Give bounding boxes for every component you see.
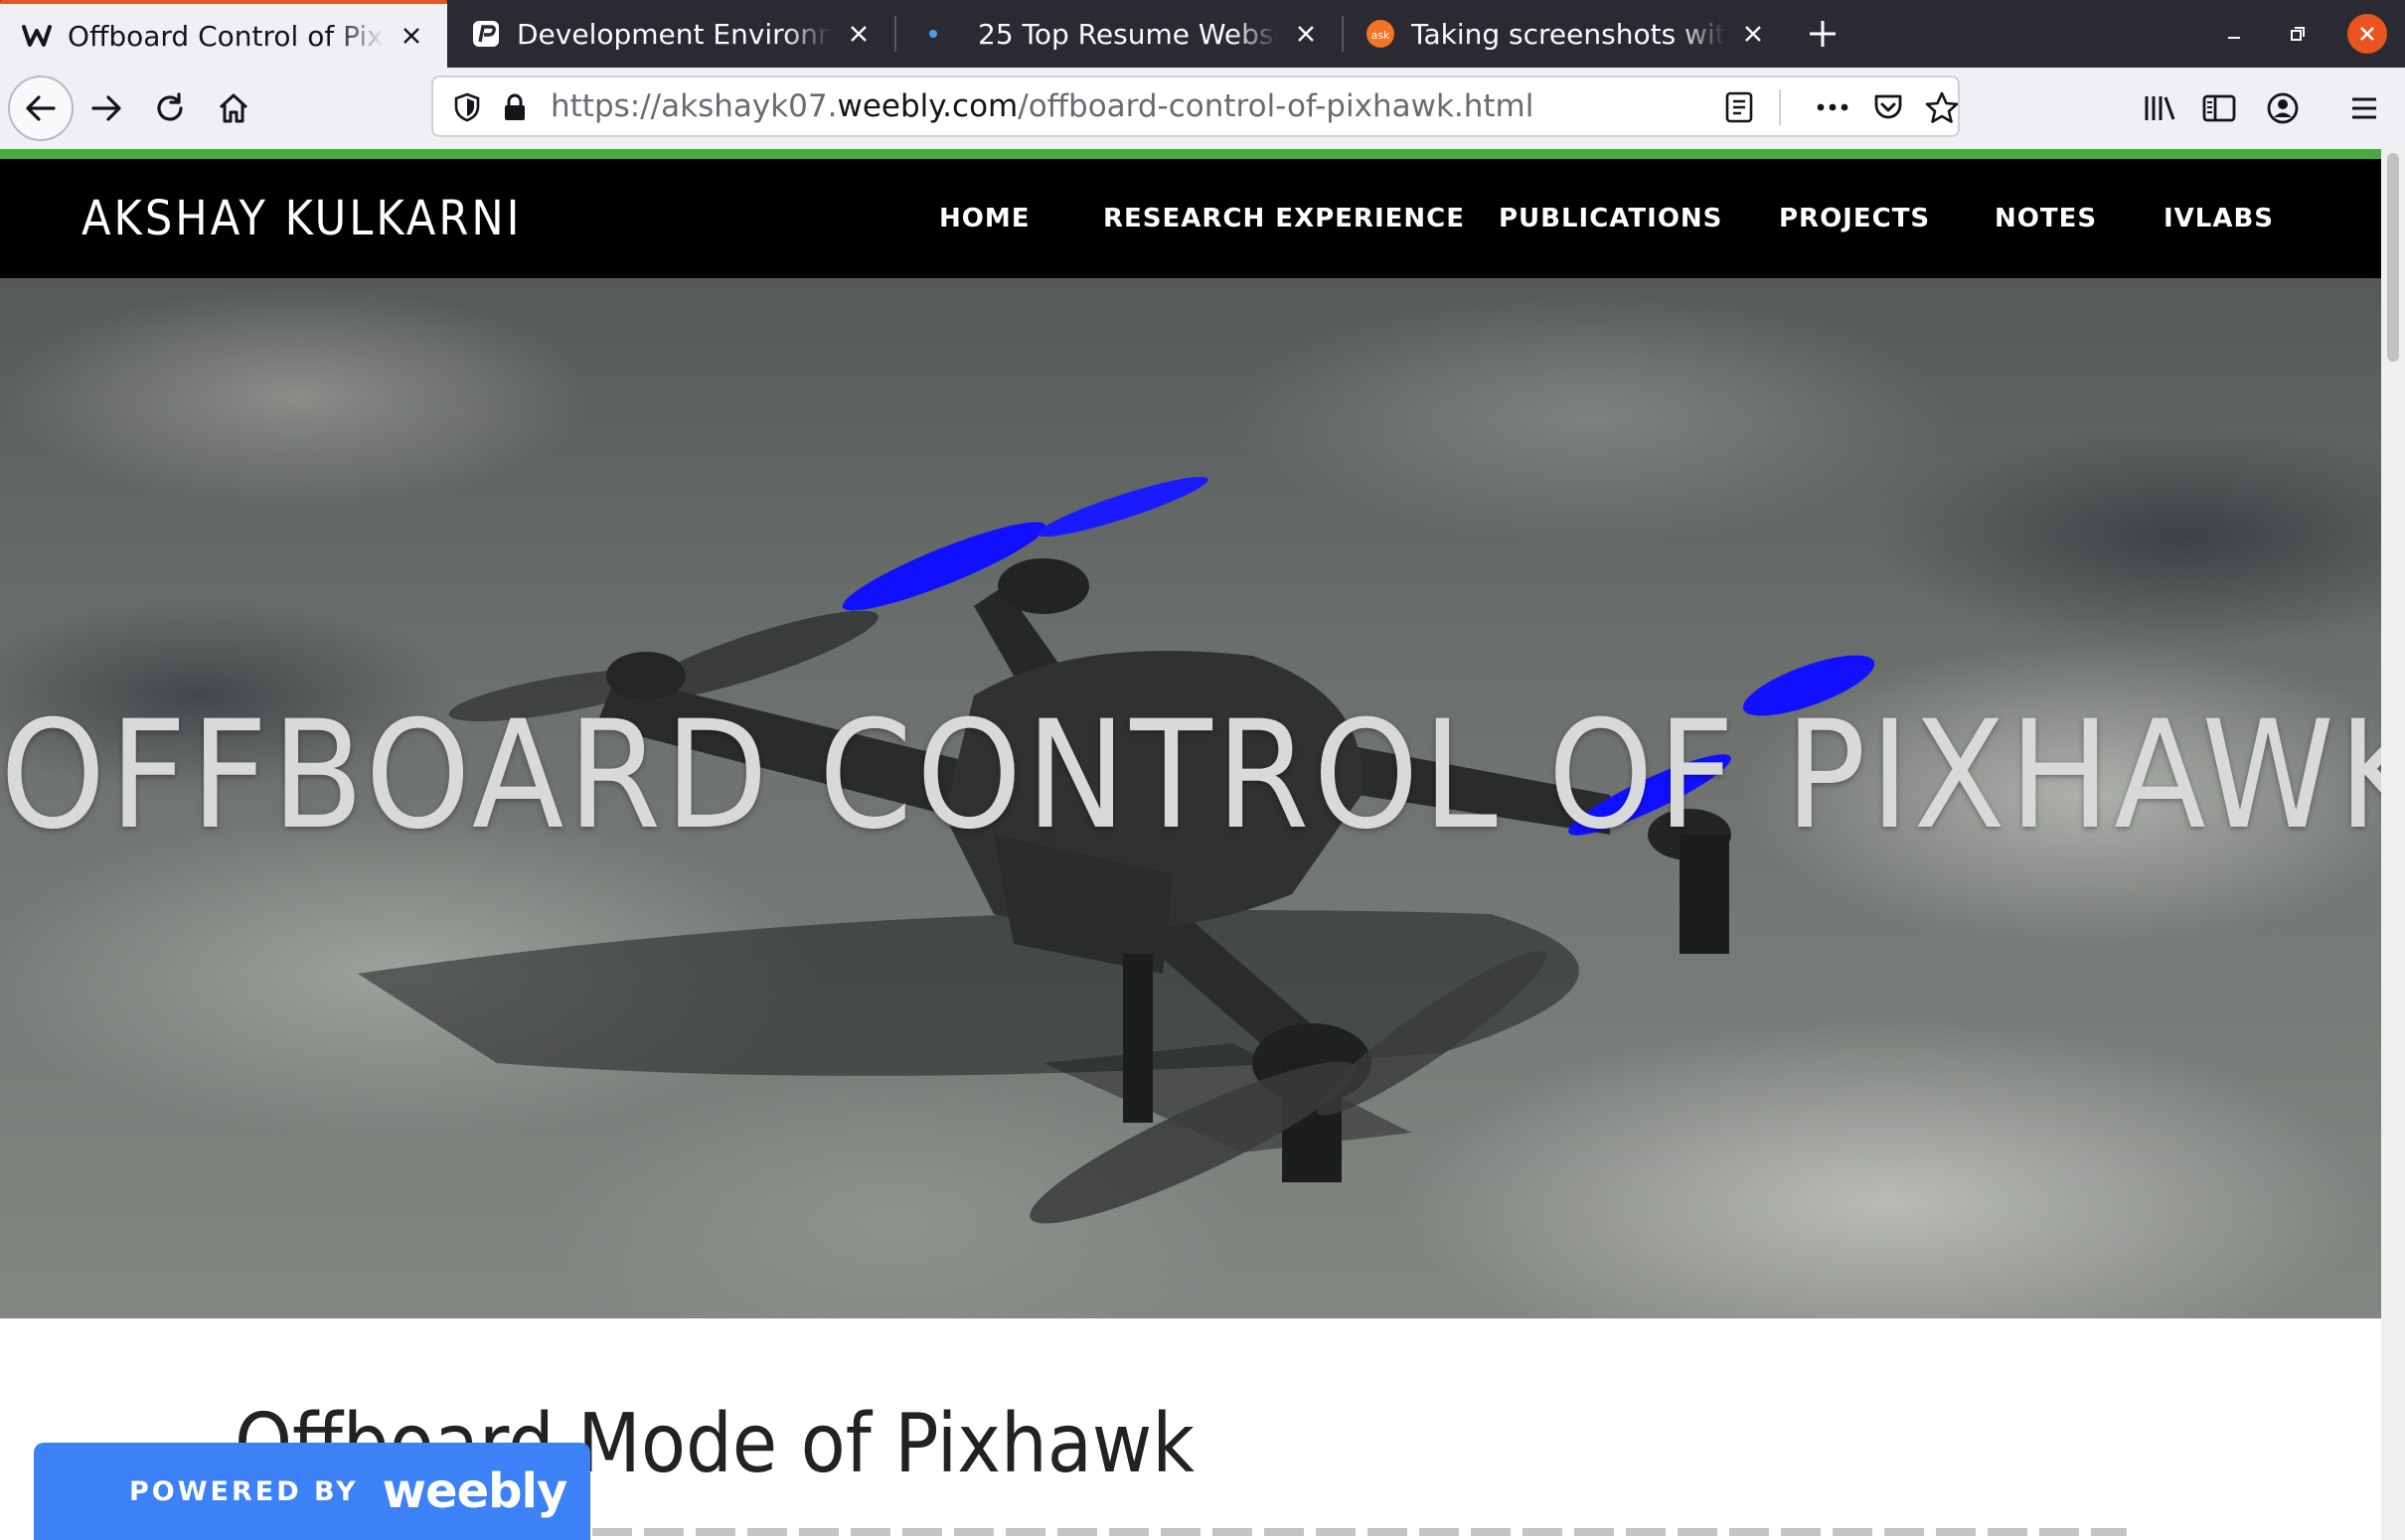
- close-icon[interactable]: [1286, 14, 1326, 54]
- tab-development-environment[interactable]: Development Environment: [449, 0, 894, 68]
- px4-icon: [469, 17, 503, 51]
- lock-icon[interactable]: [491, 83, 539, 131]
- library-icon: [2145, 96, 2175, 120]
- sidebar-button[interactable]: [2186, 76, 2252, 141]
- reload-button[interactable]: [137, 76, 203, 141]
- reload-icon: [157, 92, 183, 121]
- tab-offboard-control[interactable]: Offboard Control of Pixhawk FCU: [0, 0, 447, 68]
- nav-research-experience[interactable]: RESEARCH EXPERIENCE: [1103, 159, 1465, 278]
- site-header: AKSHAY KULKARNI HOME RESEARCH EXPERIENCE…: [0, 159, 2381, 278]
- url-separator: [1779, 89, 1781, 125]
- nav-home[interactable]: HOME: [939, 159, 1031, 278]
- forward-arrow-icon: [91, 95, 121, 121]
- forward-button[interactable]: [74, 76, 139, 141]
- tab-title: 25 Top Resume Websites: [978, 17, 1278, 51]
- body-text-line: [437, 1528, 2127, 1536]
- weebly-logo: weebly: [382, 1463, 568, 1519]
- powered-by-label: POWERED BY: [129, 1475, 359, 1507]
- more-actions-icon[interactable]: [1809, 83, 1856, 131]
- sidebar-icon: [2202, 94, 2236, 122]
- close-icon[interactable]: [392, 16, 431, 56]
- new-tab-button[interactable]: [1797, 10, 1848, 58]
- page-scrollbar[interactable]: [2381, 149, 2405, 1540]
- plus-icon: [1810, 21, 1836, 47]
- page-load-bar: [0, 149, 2381, 159]
- url-path: /offboard-control-of-pixhawk.html: [1018, 88, 1534, 124]
- back-arrow-icon: [26, 95, 56, 121]
- tab-resume-websites[interactable]: 25 Top Resume Websites: [896, 0, 1342, 68]
- tab-taking-screenshots[interactable]: ask Taking screenshots with: [1344, 0, 1789, 68]
- home-button[interactable]: [201, 76, 266, 141]
- loading-dot-icon: [916, 17, 950, 51]
- page-viewport: AKSHAY KULKARNI HOME RESEARCH EXPERIENCE…: [0, 149, 2381, 1540]
- window-close-button[interactable]: [2347, 14, 2387, 54]
- hero-title: OFFBOARD CONTROL OF PIXHAWK FCU: [0, 690, 2381, 862]
- ask-ubuntu-icon: ask: [1363, 17, 1397, 51]
- account-button[interactable]: [2250, 76, 2316, 141]
- tab-title: Taking screenshots with: [1411, 17, 1725, 51]
- tab-bar: Offboard Control of Pixhawk FCU Developm…: [0, 0, 2405, 68]
- navigation-toolbar: https://akshayk07.weebly.com/offboard-co…: [0, 68, 2405, 150]
- close-icon: [2360, 27, 2374, 41]
- svg-text:ask: ask: [1371, 29, 1390, 42]
- hero-banner: OFFBOARD CONTROL OF PIXHAWK FCU: [0, 278, 2381, 1318]
- site-title[interactable]: AKSHAY KULKARNI: [81, 159, 522, 278]
- url-domain: weebly.com: [837, 88, 1019, 124]
- menu-button[interactable]: [2331, 76, 2397, 141]
- minimize-button[interactable]: [2214, 14, 2254, 54]
- url-prefix: https://akshayk07.: [551, 88, 838, 124]
- account-icon: [2267, 92, 2299, 124]
- close-icon[interactable]: [1733, 14, 1773, 54]
- tab-title: Offboard Control of Pixhawk FCU: [68, 19, 384, 53]
- url-bar[interactable]: https://akshayk07.weebly.com/offboard-co…: [431, 76, 1960, 137]
- restore-icon: [2291, 27, 2305, 41]
- weebly-icon: [20, 19, 54, 53]
- url-text[interactable]: https://akshayk07.weebly.com/offboard-co…: [551, 77, 1533, 135]
- bookmark-star-icon[interactable]: [1918, 83, 1966, 131]
- scrollbar-thumb[interactable]: [2387, 153, 2399, 362]
- tab-title: Development Environment: [517, 17, 831, 51]
- tracking-protection-shield-icon[interactable]: [443, 83, 491, 131]
- pocket-icon[interactable]: [1864, 83, 1912, 131]
- back-button[interactable]: [8, 76, 74, 141]
- powered-by-weebly-badge[interactable]: POWERED BY weebly: [34, 1443, 590, 1540]
- hamburger-menu-icon: [2352, 97, 2376, 119]
- restore-button[interactable]: [2278, 14, 2318, 54]
- reader-view-icon[interactable]: [1715, 83, 1763, 131]
- close-icon[interactable]: [839, 14, 879, 54]
- library-button[interactable]: [2127, 76, 2192, 141]
- minimize-icon: [2228, 37, 2240, 39]
- nav-ivlabs[interactable]: IVLABS: [2164, 159, 2274, 278]
- nav-notes[interactable]: NOTES: [1995, 159, 2097, 278]
- nav-projects[interactable]: PROJECTS: [1779, 159, 1930, 278]
- nav-publications[interactable]: PUBLICATIONS: [1499, 159, 1722, 278]
- home-icon: [219, 93, 248, 123]
